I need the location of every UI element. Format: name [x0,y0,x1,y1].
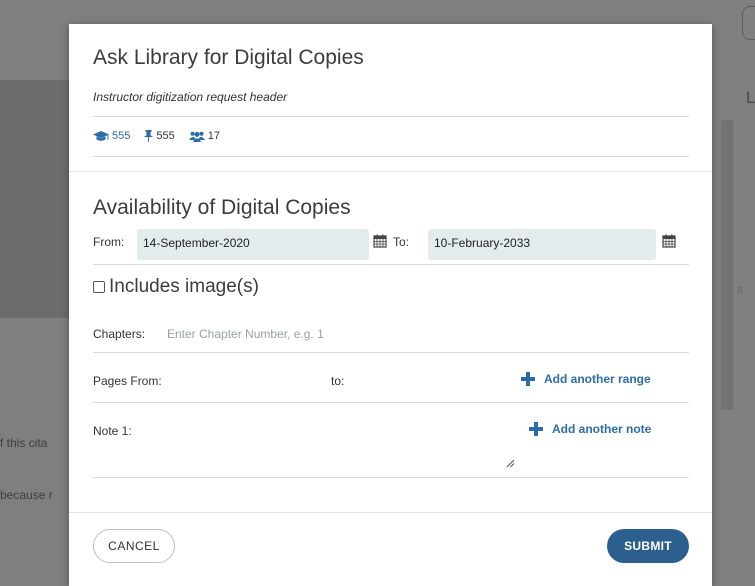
availability-title: Availability of Digital Copies [93,196,351,219]
background-text-fragment: f this cita [0,436,48,450]
stat-value: 555 [156,130,175,142]
background-scrollbar [721,120,733,410]
plus-icon [521,372,535,386]
chapters-label: Chapters: [93,327,146,341]
add-range-label: Add another range [544,372,651,386]
add-note-label: Add another note [552,422,652,436]
pages-to-label: to: [331,374,345,388]
to-label: To: [393,235,410,249]
modal-header: Ask Library for Digital Copies Instructo… [69,24,712,172]
add-range-button[interactable]: Add another range [521,372,651,386]
note-textarea[interactable] [165,416,519,472]
from-date-input[interactable]: 14-September-2020 [137,229,369,260]
background-button [742,6,755,40]
plus-icon [529,422,543,436]
graduation-cap-icon [93,130,109,141]
divider [93,264,689,265]
note-label: Note 1: [93,424,132,438]
modal-title: Ask Library for Digital Copies [93,46,364,69]
submit-button[interactable]: SUBMIT [607,529,689,563]
divider [93,402,689,403]
stat-users: 17 [188,130,220,142]
stat-students: 555 [93,130,130,142]
to-date-input[interactable]: 10-February-2033 [428,229,656,260]
users-icon [188,131,205,142]
drag-handle-icon: ⠿ [737,286,746,296]
pages-from-label: Pages From: [93,374,162,388]
stats-row: 555 555 17 [93,130,234,142]
divider [93,116,689,117]
resize-handle-icon[interactable] [506,459,515,468]
calendar-icon[interactable] [662,234,676,248]
modal-subtitle: Instructor digitization request header [93,90,288,104]
background-text-fragment: because r [0,488,53,502]
digital-copies-modal: Ask Library for Digital Copies Instructo… [69,24,712,586]
add-note-button[interactable]: Add another note [529,422,651,436]
includes-images-label: Includes image(s) [109,276,259,297]
modal-footer: CANCEL SUBMIT [69,512,712,586]
includes-images-row[interactable]: Includes image(s) [93,276,259,298]
from-label: From: [93,235,125,249]
divider [93,156,689,157]
background-letter: L [746,88,755,107]
calendar-icon[interactable] [373,234,387,248]
includes-images-checkbox[interactable] [93,281,105,293]
stat-value: 555 [112,130,131,142]
divider [93,352,689,353]
stat-value: 17 [207,130,220,142]
chapters-input[interactable]: Enter Chapter Number, e.g. 1 [167,327,324,341]
thumbtack-icon [144,130,154,142]
cancel-button[interactable]: CANCEL [93,529,175,563]
stat-pins: 555 [144,130,175,142]
divider [93,477,689,478]
